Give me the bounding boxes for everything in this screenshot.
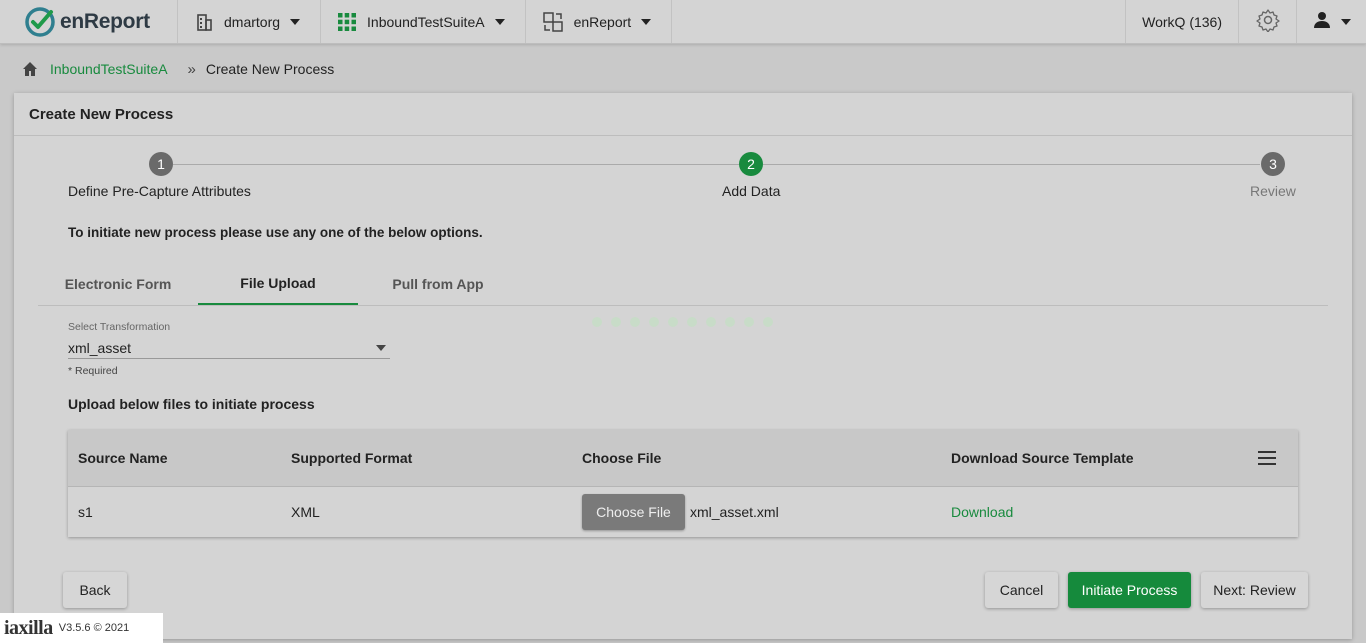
header-download-template: Download Source Template (951, 450, 1134, 466)
building-icon (194, 12, 214, 32)
input-method-tabs: Electronic Form File Upload Pull from Ap… (38, 263, 1328, 306)
column-menu-icon[interactable] (1258, 451, 1276, 465)
cell-download: Download (951, 504, 1298, 520)
app-selector[interactable]: enReport (526, 0, 673, 43)
initiate-process-button[interactable]: Initiate Process (1068, 572, 1191, 608)
workq-link[interactable]: WorkQ (136) (1125, 0, 1238, 43)
chevron-down-icon (376, 344, 386, 351)
transformation-label: Select Transformation (68, 321, 171, 333)
app-brand-name: enReport (60, 9, 150, 33)
step-2-label: Add Data (722, 183, 781, 199)
chosen-file-name: xml_asset.xml (690, 503, 779, 520)
org-name: dmartorg (224, 13, 281, 30)
choose-file-button[interactable]: Choose File (582, 493, 685, 530)
header-supported-format: Supported Format (291, 450, 413, 466)
suite-name: InboundTestSuiteA (367, 13, 485, 30)
required-note: * Required (68, 365, 118, 377)
grid-icon (337, 12, 357, 32)
stepper-line (173, 164, 739, 165)
user-icon (1313, 11, 1331, 32)
cell-choose-file: Choose File xml_asset.xml (582, 493, 951, 530)
page-title: Create New Process (14, 93, 1352, 136)
org-selector[interactable]: dmartorg (178, 0, 322, 43)
home-icon[interactable] (22, 61, 38, 77)
table-row: s1 XML Choose File xml_asset.xml Downloa… (68, 487, 1298, 536)
process-stepper: 1 2 3 Define Pre-Capture Attributes Add … (14, 151, 1352, 211)
tab-electronic-form[interactable]: Electronic Form (38, 263, 198, 305)
back-button[interactable]: Back (63, 572, 127, 608)
version-text: V3.5.6 © 2021 (58, 622, 130, 634)
table-header: Source Name Supported Format Choose File… (68, 430, 1298, 487)
apps-switch-icon (542, 11, 564, 33)
header-source-name: Source Name (78, 450, 168, 466)
header-choose-file: Choose File (582, 450, 662, 466)
chevron-down-icon (1340, 18, 1351, 25)
app-logo[interactable]: enReport (0, 0, 178, 43)
breadcrumb-suite-link[interactable]: InboundTestSuiteA (50, 61, 168, 77)
vendor-logo: iaxilla (4, 616, 53, 639)
step-1-number: 1 (149, 152, 173, 176)
tab-pull-from-app[interactable]: Pull from App (358, 263, 518, 305)
step-1-label: Define Pre-Capture Attributes (68, 183, 251, 199)
breadcrumb-separator: » (187, 60, 196, 78)
enreport-logo-icon (24, 6, 56, 38)
intro-text: To initiate new process please use any o… (68, 225, 483, 240)
create-process-card: Create New Process 1 2 3 Define Pre-Capt… (14, 93, 1352, 639)
gear-icon (1255, 8, 1280, 35)
top-navigation-bar: enReport dmartorg InboundTestSuiteA enRe… (0, 0, 1366, 44)
settings-button[interactable] (1238, 0, 1296, 43)
next-review-button[interactable]: Next: Review (1201, 572, 1308, 608)
download-template-link[interactable]: Download (951, 504, 1013, 520)
app-name: enReport (573, 13, 632, 30)
vendor-badge: iaxilla V3.5.6 © 2021 (0, 613, 163, 643)
chevron-down-icon (494, 18, 505, 25)
chevron-down-icon (641, 18, 652, 25)
tab-file-upload[interactable]: File Upload (198, 263, 358, 305)
suite-selector[interactable]: InboundTestSuiteA (321, 0, 526, 43)
breadcrumb: InboundTestSuiteA » Create New Process (22, 58, 334, 80)
loading-indicator (592, 317, 773, 327)
step-3-label: Review (1250, 183, 1296, 199)
transformation-value: xml_asset (68, 339, 132, 356)
cell-source-name: s1 (78, 503, 93, 520)
chevron-down-icon (290, 18, 301, 25)
cancel-button[interactable]: Cancel (985, 572, 1058, 608)
cell-format: XML (291, 503, 320, 520)
user-menu[interactable] (1296, 0, 1366, 43)
source-files-table: Source Name Supported Format Choose File… (68, 430, 1298, 537)
transformation-dropdown[interactable]: xml_asset (68, 337, 390, 359)
upload-section-title: Upload below files to initiate process (68, 396, 315, 412)
step-3-number: 3 (1261, 152, 1285, 176)
step-2-number: 2 (739, 152, 763, 176)
breadcrumb-current: Create New Process (205, 61, 335, 77)
stepper-line (763, 164, 1260, 165)
transformation-select[interactable]: Select Transformation xml_asset (68, 321, 390, 359)
